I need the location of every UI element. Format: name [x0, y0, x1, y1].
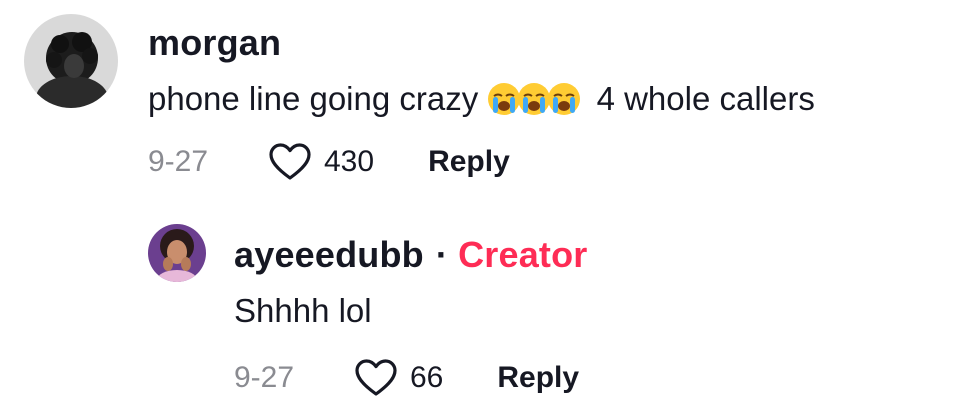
reply-button[interactable]: Reply: [428, 145, 510, 179]
reply-button[interactable]: Reply: [497, 361, 579, 395]
avatar[interactable]: [24, 14, 118, 108]
comment-text-before: phone line going crazy: [148, 80, 479, 117]
creator-badge: Creator: [458, 234, 588, 275]
comment-meta: 9-27 430 Reply: [148, 142, 510, 182]
like-count: 430: [324, 145, 375, 178]
crying-emoji-icon: [548, 83, 581, 115]
comment-thread: morgan phone line going crazy 4 whole ca…: [0, 0, 980, 410]
heart-outline-icon: [355, 359, 397, 396]
comment-date: 9-27: [148, 145, 209, 178]
reply-meta: 9-27 66 Reply: [234, 358, 579, 398]
heart-outline-icon: [269, 143, 311, 180]
reply-text: Shhhh lol: [234, 292, 372, 329]
crying-emoji-icon: [518, 83, 551, 115]
reply-username[interactable]: ayeeedubb: [234, 234, 424, 275]
reply-date: 9-27: [234, 361, 295, 394]
avatar[interactable]: [148, 224, 206, 282]
crying-emoji-icon: [488, 83, 521, 115]
comment-text-after: 4 whole callers: [596, 80, 815, 117]
comment-username[interactable]: morgan: [148, 22, 281, 64]
separator-dot: ·: [435, 234, 449, 275]
comment-text: phone line going crazy 4 whole callers: [148, 80, 815, 118]
reply-username-row: ayeeedubb · Creator: [234, 234, 588, 276]
like-button[interactable]: 430: [268, 142, 374, 182]
like-button[interactable]: 66: [354, 358, 443, 398]
like-count: 66: [410, 361, 444, 394]
